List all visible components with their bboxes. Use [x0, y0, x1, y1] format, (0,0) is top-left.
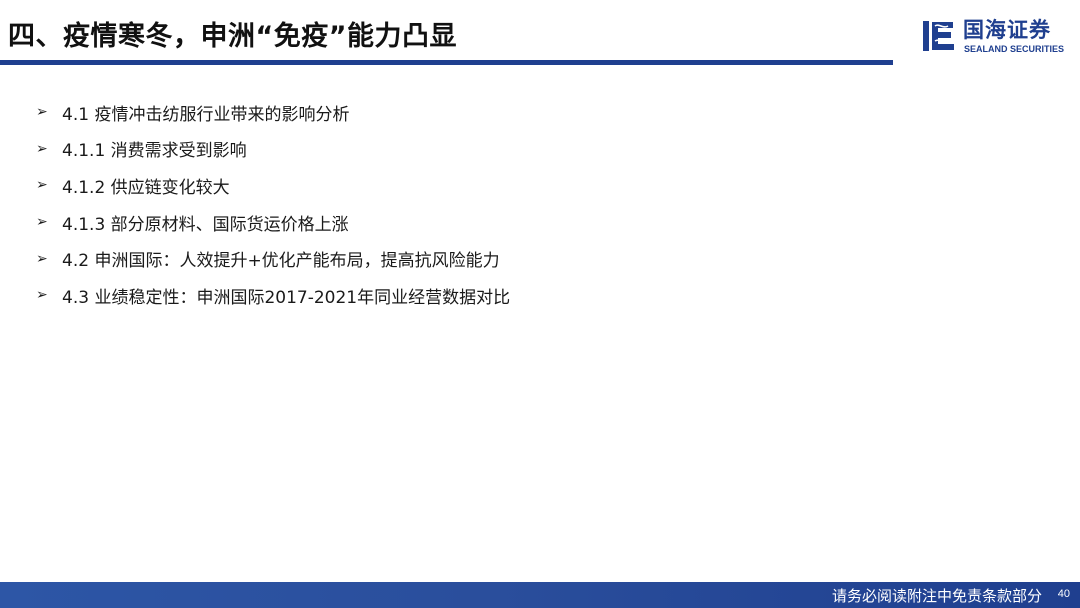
arrow-bullet-icon: ➢ — [36, 177, 48, 194]
toc-item-4-1-2: ➢ 4.1.2 供应链变化较大 — [36, 167, 510, 204]
arrow-bullet-icon: ➢ — [36, 250, 48, 267]
title-divider — [0, 60, 893, 65]
logo-name-cn: 国海证券 — [963, 18, 1051, 42]
sealand-logo-icon — [923, 21, 954, 51]
company-logo: 国海证券 SEALAND SECURITIES — [921, 14, 1071, 56]
toc-item-4-1-3: ➢ 4.1.3 部分原材料、国际货运价格上涨 — [36, 204, 510, 241]
table-of-contents: ➢ 4.1 疫情冲击纺服行业带来的影响分析 ➢ 4.1.1 消费需求受到影响 ➢… — [36, 94, 510, 314]
toc-item-4-1: ➢ 4.1 疫情冲击纺服行业带来的影响分析 — [36, 94, 510, 131]
toc-item-label: 4.1.1 消费需求受到影响 — [62, 141, 247, 162]
toc-item-label: 4.1.2 供应链变化较大 — [62, 177, 230, 198]
page-title: 四、疫情寒冬，申洲“免疫”能力凸显 — [8, 21, 457, 52]
toc-item-label: 4.1 疫情冲击纺服行业带来的影响分析 — [62, 104, 350, 125]
logo-name-en: SEALAND SECURITIES — [964, 44, 1065, 54]
toc-item-4-2: ➢ 4.2 申洲国际：人效提升+优化产能布局，提高抗风险能力 — [36, 240, 510, 277]
toc-item-label: 4.3 业绩稳定性：申洲国际2017-2021年同业经营数据对比 — [62, 287, 511, 308]
toc-item-label: 4.1.3 部分原材料、国际货运价格上涨 — [62, 214, 349, 235]
disclaimer-note: 请务必阅读附注中免责条款部分 — [831, 587, 1042, 605]
toc-item-4-1-1: ➢ 4.1.1 消费需求受到影响 — [36, 131, 510, 168]
arrow-bullet-icon: ➢ — [36, 287, 48, 304]
toc-item-label: 4.2 申洲国际：人效提升+优化产能布局，提高抗风险能力 — [62, 251, 500, 272]
arrow-bullet-icon: ➢ — [36, 140, 48, 157]
arrow-bullet-icon: ➢ — [36, 104, 48, 121]
toc-item-4-3: ➢ 4.3 业绩稳定性：申洲国际2017-2021年同业经营数据对比 — [36, 277, 510, 314]
footer-bar: 请务必阅读附注中免责条款部分 40 — [0, 582, 1080, 608]
arrow-bullet-icon: ➢ — [36, 214, 48, 231]
page-number: 40 — [1057, 588, 1070, 600]
